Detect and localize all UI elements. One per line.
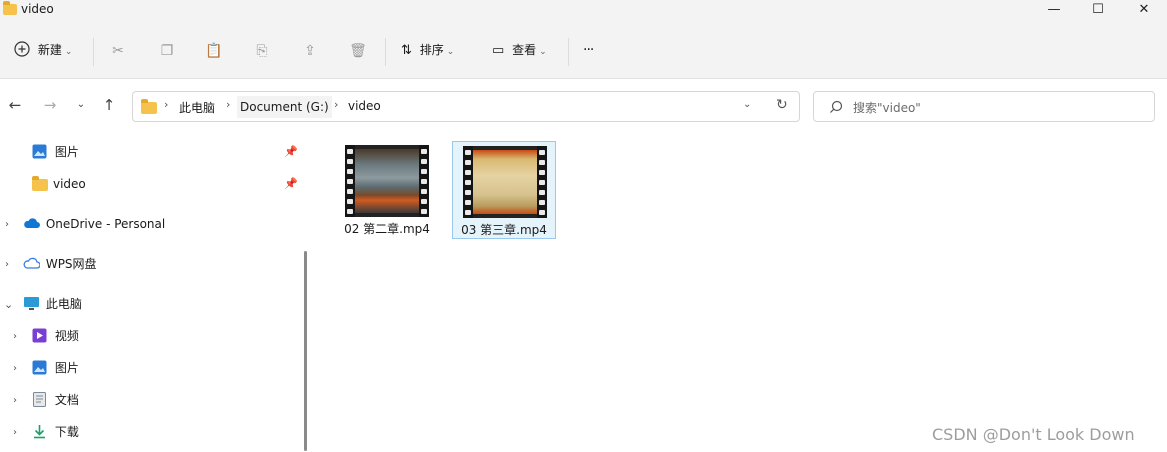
collapse-chevron-icon[interactable]: ⌄ <box>4 298 13 311</box>
pin-icon[interactable]: 📌 <box>284 173 298 195</box>
recent-chevron-icon[interactable]: ⌄ <box>72 96 90 114</box>
divider <box>385 38 386 66</box>
cut-icon[interactable]: ✂ <box>109 42 127 60</box>
copy-icon[interactable]: ❐ <box>158 42 176 60</box>
file-name: 03 第三章.mp4 <box>461 223 547 237</box>
chevron-down-icon: ⌄ <box>446 47 455 57</box>
nav-label: 文档 <box>54 393 79 407</box>
more-options-button[interactable]: ··· <box>583 36 594 64</box>
video-frame <box>355 149 419 213</box>
minimize-button[interactable]: — <box>1032 0 1076 20</box>
expand-chevron-icon[interactable]: › <box>13 331 17 342</box>
delete-icon[interactable]: 🗑 <box>349 42 367 60</box>
video-frame <box>473 150 537 214</box>
nav-item-onedrive[interactable]: OneDrive - Personal <box>23 213 165 235</box>
address-row: ← → ⌄ ↑ › 此电脑 › Document (G:) › video ⌄ … <box>0 79 1167 131</box>
breadcrumb-folder[interactable]: video <box>348 99 381 113</box>
wps-cloud-icon <box>23 257 41 269</box>
share-icon[interactable]: ⇪ <box>301 42 319 60</box>
nav-label: 图片 <box>54 145 79 159</box>
breadcrumb-this-pc[interactable]: 此电脑 <box>179 99 215 116</box>
address-dropdown-icon[interactable]: ⌄ <box>743 99 751 110</box>
plus-circle-icon <box>14 41 30 57</box>
nav-label: WPS网盘 <box>45 257 97 271</box>
nav-label: video <box>53 177 86 191</box>
nav-item-wps[interactable]: WPS网盘 <box>23 253 97 275</box>
file-item-selected[interactable]: 03 第三章.mp4 <box>452 141 556 239</box>
refresh-icon[interactable]: ↻ <box>776 97 788 113</box>
up-arrow-icon[interactable]: ↑ <box>100 96 118 114</box>
view-icon: ▭ <box>492 43 505 58</box>
chevron-down-icon: ⌄ <box>64 47 73 57</box>
folder-icon <box>32 176 48 191</box>
sort-icon: ⇅ <box>401 43 412 58</box>
search-icon <box>830 100 843 113</box>
video-thumbnail <box>345 145 429 217</box>
film-strip-icon <box>419 145 429 217</box>
view-button[interactable]: ▭ 查看 ⌄ <box>492 36 547 64</box>
nav-label: 此电脑 <box>45 297 82 311</box>
sort-button[interactable]: ⇅ 排序 ⌄ <box>401 36 454 64</box>
watermark: CSDN @Don't Look Down <box>932 425 1135 444</box>
expand-chevron-icon[interactable]: › <box>5 219 9 230</box>
nav-item-documents[interactable]: 文档 <box>32 389 79 411</box>
download-icon <box>34 425 45 439</box>
pin-icon[interactable]: 📌 <box>284 141 298 163</box>
search-placeholder: 搜索"video" <box>853 101 921 115</box>
address-bar[interactable]: › 此电脑 › Document (G:) › video ⌄ ↻ <box>132 91 800 122</box>
pictures-icon <box>32 144 47 159</box>
rename-icon[interactable]: ⎘ <box>253 42 271 60</box>
nav-item-pictures[interactable]: 图片 <box>32 357 79 379</box>
expand-chevron-icon[interactable]: › <box>5 259 9 270</box>
maximize-button[interactable]: ☐ <box>1076 0 1120 20</box>
chevron-down-icon: ⌄ <box>539 47 547 57</box>
back-arrow-icon[interactable]: ← <box>6 96 24 114</box>
nav-label: OneDrive - Personal <box>45 217 166 231</box>
folder-icon <box>3 1 17 15</box>
cloud-icon <box>24 218 40 228</box>
chevron-right-icon: › <box>226 98 231 111</box>
nav-item-videos[interactable]: 视频 <box>32 325 79 347</box>
close-button[interactable]: ✕ <box>1122 0 1166 20</box>
new-label: 新建 <box>37 43 62 57</box>
navigation-pane: 图片 📌 video 📌 › OneDrive - Personal › WPS… <box>0 131 315 452</box>
videos-icon <box>32 328 47 343</box>
divider <box>93 38 94 66</box>
nav-label: 视频 <box>54 329 79 343</box>
nav-item-pictures-quick[interactable]: 图片 📌 <box>32 141 302 163</box>
view-label: 查看 <box>512 43 537 57</box>
chevron-right-icon: › <box>334 98 339 111</box>
paste-icon[interactable]: 📋 <box>205 42 223 60</box>
divider <box>568 38 569 66</box>
folder-icon <box>141 99 157 114</box>
video-thumbnail <box>463 146 547 218</box>
file-view: 02 第二章.mp4 03 第三章.mp4 <box>315 131 1167 452</box>
new-button[interactable]: 新建 ⌄ <box>14 36 72 64</box>
window-title: video <box>21 2 54 16</box>
nav-scrollbar[interactable] <box>304 251 307 451</box>
nav-label: 下载 <box>54 425 79 439</box>
search-input[interactable]: 搜索"video" <box>813 91 1155 122</box>
pictures-icon <box>32 360 47 375</box>
breadcrumb-drive[interactable]: Document (G:) <box>237 96 332 118</box>
title-bar: video — ☐ ✕ <box>0 0 1167 22</box>
nav-label: 图片 <box>54 361 79 375</box>
film-strip-icon <box>537 146 547 218</box>
forward-arrow-icon[interactable]: → <box>41 96 59 114</box>
documents-icon <box>33 392 46 407</box>
command-bar: 新建 ⌄ ✂ ❐ 📋 ⎘ ⇪ 🗑 ⇅ 排序 ⌄ ▭ 查看 ⌄ ··· <box>0 22 1167 79</box>
nav-item-this-pc[interactable]: 此电脑 <box>23 293 82 315</box>
sort-label: 排序 <box>419 43 444 57</box>
nav-item-downloads[interactable]: 下载 <box>32 421 79 443</box>
expand-chevron-icon[interactable]: › <box>13 395 17 406</box>
computer-icon <box>24 297 39 310</box>
nav-item-video-quick[interactable]: video 📌 <box>32 173 302 195</box>
expand-chevron-icon[interactable]: › <box>13 427 17 438</box>
expand-chevron-icon[interactable]: › <box>13 363 17 374</box>
film-strip-icon <box>345 145 355 217</box>
file-item[interactable]: 02 第二章.mp4 <box>335 141 439 239</box>
file-name: 02 第二章.mp4 <box>344 222 430 236</box>
chevron-right-icon: › <box>164 98 169 111</box>
film-strip-icon <box>463 146 473 218</box>
